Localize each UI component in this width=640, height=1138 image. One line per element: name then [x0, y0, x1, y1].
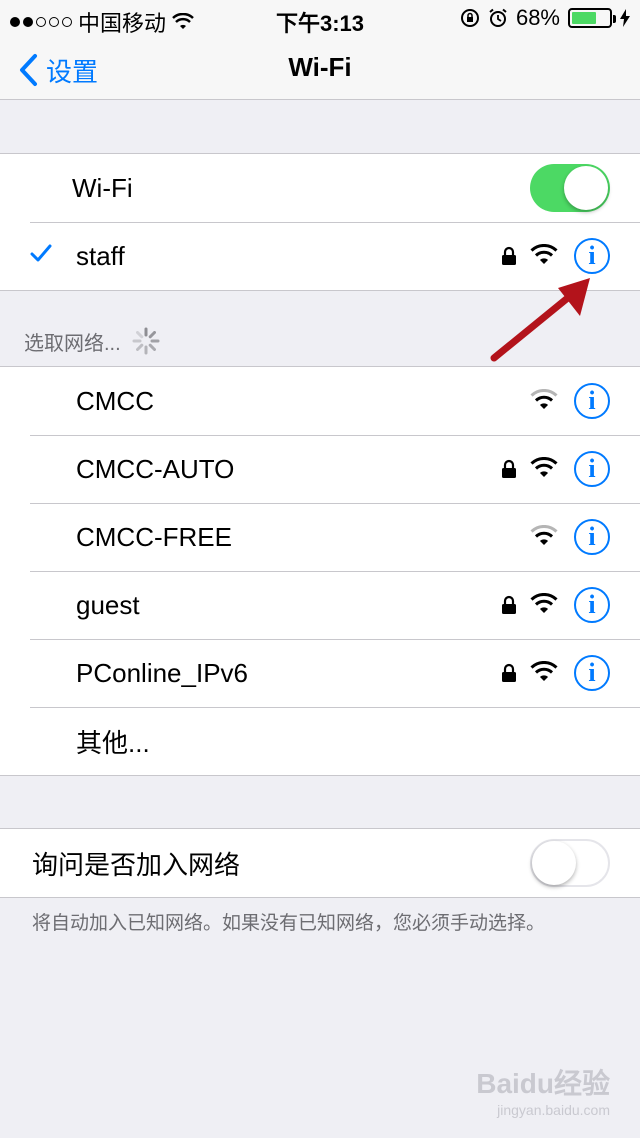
status-bar: 中国移动 下午3:13 68%: [0, 0, 640, 40]
watermark-logo: Baidu经验 jingyan.baidu.com: [476, 1062, 610, 1118]
info-icon: i: [588, 241, 596, 270]
network-name: CMCC: [76, 385, 154, 416]
rotation-lock-icon: [460, 9, 479, 27]
network-row[interactable]: CMCC-FREE i: [0, 503, 640, 571]
battery-icon: [568, 8, 616, 28]
wifi-icon: [530, 661, 558, 681]
network-list: CMCC i CMCC-AUTO i CMCC-FREE i guest i PConline_…: [0, 367, 640, 707]
wifi-toggle[interactable]: [530, 164, 610, 212]
charging-bolt-icon: [620, 9, 630, 27]
wifi-icon: [530, 389, 558, 409]
ask-join-row: 询问是否加入网络: [0, 829, 640, 897]
lock-icon: [502, 663, 516, 682]
wifi-toggle-row: Wi-Fi: [0, 154, 640, 222]
lock-icon: [502, 459, 516, 478]
info-icon: i: [588, 386, 596, 415]
status-right: 68%: [460, 5, 630, 31]
network-name: CMCC-AUTO: [76, 453, 235, 484]
navigation-bar: 设置 Wi-Fi: [0, 40, 640, 100]
alarm-icon: [489, 8, 507, 27]
battery-fill: [572, 12, 597, 24]
choose-network-header: 选取网络...: [24, 326, 161, 356]
network-row[interactable]: guest i: [0, 571, 640, 639]
battery-percent: 68%: [515, 5, 560, 30]
info-button[interactable]: i: [574, 238, 610, 274]
other-network-label: 其他...: [76, 727, 150, 758]
wifi-icon: [530, 244, 558, 264]
toggle-knob: [532, 841, 576, 885]
other-network-row[interactable]: 其他...: [0, 707, 640, 775]
lock-icon: [502, 246, 516, 265]
ask-join-label: 询问是否加入网络: [32, 849, 241, 880]
info-icon: i: [588, 522, 596, 551]
choose-network-label: 选取网络...: [24, 332, 121, 355]
info-button[interactable]: i: [574, 451, 610, 487]
network-row[interactable]: PConline_IPv6 i: [0, 639, 640, 707]
network-name: PConline_IPv6: [76, 657, 248, 688]
network-row[interactable]: CMCC i: [0, 367, 640, 435]
lock-icon: [502, 595, 516, 614]
info-button[interactable]: i: [574, 383, 610, 419]
networks-group: CMCC i CMCC-AUTO i CMCC-FREE i guest i PConline_…: [0, 366, 640, 776]
battery-cap: [613, 15, 616, 23]
wifi-icon: [530, 593, 558, 613]
checkmark-icon: [30, 244, 52, 262]
network-row[interactable]: CMCC-AUTO i: [0, 435, 640, 503]
spinner-icon: [132, 327, 160, 355]
info-icon: i: [588, 590, 596, 619]
page-title: Wi-Fi: [288, 52, 352, 82]
wifi-icon: [530, 525, 558, 545]
ask-join-toggle[interactable]: [530, 839, 610, 887]
info-button[interactable]: i: [574, 519, 610, 555]
annotation-arrow: [490, 278, 590, 362]
info-icon: i: [588, 454, 596, 483]
wifi-label: Wi-Fi: [72, 172, 133, 203]
connected-network-name: staff: [76, 240, 125, 271]
ask-join-footer: 将自动加入已知网络。如果没有已知网络，您必须手动选择。: [32, 913, 546, 934]
wifi-icon: [530, 457, 558, 477]
info-button[interactable]: i: [574, 655, 610, 691]
ask-join-group: 询问是否加入网络: [0, 828, 640, 898]
network-name: guest: [76, 589, 140, 620]
watermark-url: jingyan.baidu.com: [497, 1102, 610, 1118]
info-icon: i: [588, 658, 596, 687]
toggle-knob: [564, 166, 608, 210]
info-button[interactable]: i: [574, 587, 610, 623]
network-name: CMCC-FREE: [76, 521, 232, 552]
watermark-brand: Baidu经验: [476, 1068, 610, 1099]
